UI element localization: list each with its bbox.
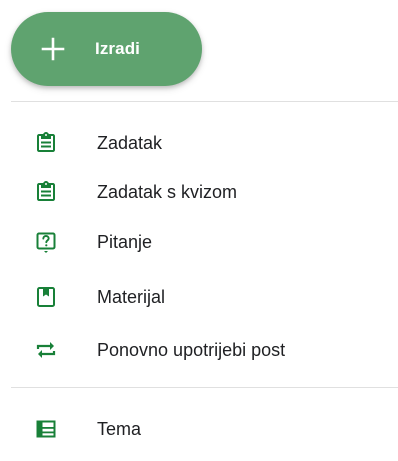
menu-item-question[interactable]: Pitanje <box>0 216 398 268</box>
create-menu: Izradi Zadatak Zadatak s kvizom Pitanje <box>0 0 398 461</box>
menu-item-reuse-post[interactable]: Ponovno upotrijebi post <box>0 324 398 376</box>
divider <box>11 101 398 102</box>
topic-icon <box>36 420 56 438</box>
menu-item-label: Ponovno upotrijebi post <box>97 339 286 360</box>
quiz-assignment-icon <box>37 181 55 201</box>
material-icon <box>37 287 55 307</box>
create-button-label: Izradi <box>95 39 141 58</box>
divider <box>11 387 398 388</box>
assignment-icon <box>37 132 55 152</box>
menu-item-assignment[interactable]: Zadatak <box>0 117 398 169</box>
menu-item-quiz-assignment[interactable]: Zadatak s kvizom <box>0 166 398 218</box>
menu-item-label: Tema <box>97 418 142 439</box>
menu-item-label: Materijal <box>97 286 166 307</box>
menu-item-topic[interactable]: Tema <box>0 403 398 455</box>
menu-item-label: Zadatak <box>97 132 163 153</box>
reuse-post-icon <box>36 342 56 358</box>
menu-item-label: Pitanje <box>97 231 153 252</box>
menu-item-label: Zadatak s kvizom <box>97 181 238 202</box>
menu-item-material[interactable]: Materijal <box>0 271 398 323</box>
create-button[interactable]: Izradi <box>11 12 202 86</box>
question-icon <box>36 232 56 253</box>
plus-icon <box>41 37 65 61</box>
